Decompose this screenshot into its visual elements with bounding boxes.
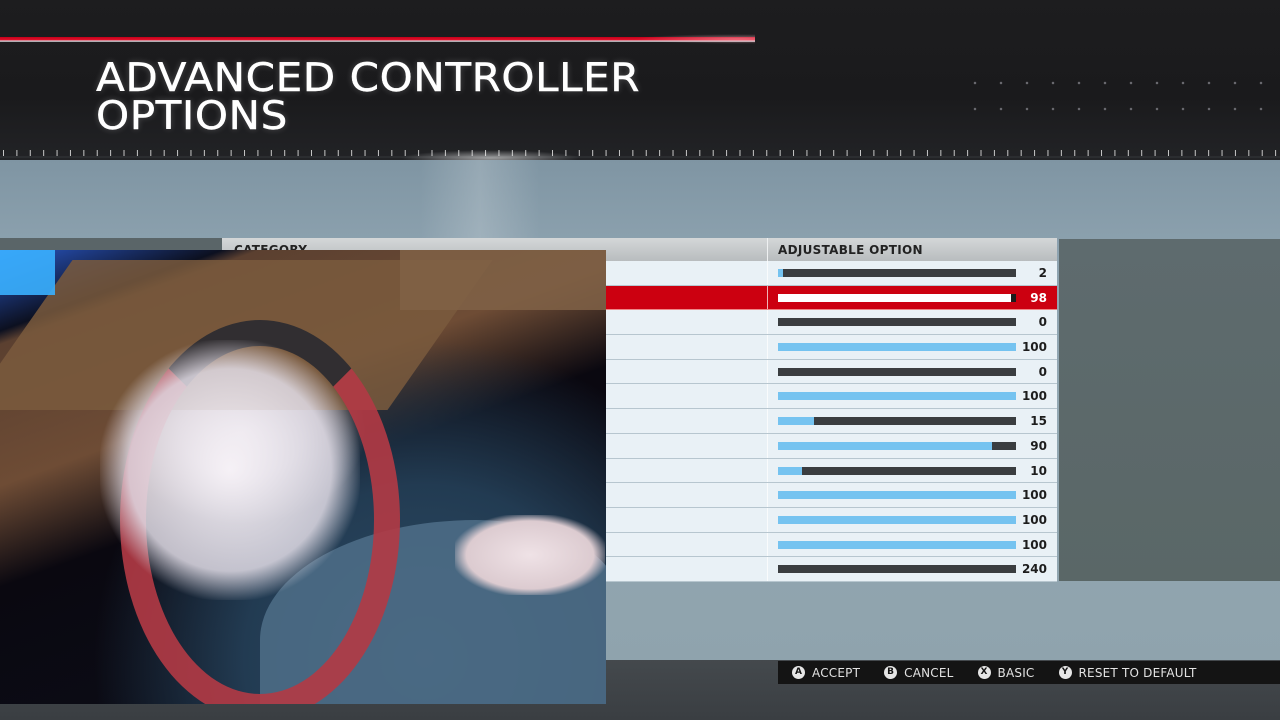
option-value: 98 xyxy=(1030,290,1047,305)
column-divider xyxy=(767,238,768,261)
column-divider xyxy=(767,409,768,433)
option-slider-fill xyxy=(778,392,1016,401)
column-divider xyxy=(767,483,768,507)
option-slider-fill xyxy=(778,441,993,450)
option-slider[interactable] xyxy=(778,343,1016,352)
column-divider xyxy=(767,285,768,310)
x-button-icon: X xyxy=(977,666,991,679)
option-slider[interactable] xyxy=(778,466,1016,475)
reset-to-default-button[interactable]: Y RESET TO DEFAULT xyxy=(1058,665,1197,680)
a-button-icon: A xyxy=(792,666,805,679)
option-slider[interactable] xyxy=(778,515,1016,524)
header: ADVANCED CONTROLLER OPTIONS xyxy=(0,0,1280,166)
column-divider xyxy=(767,532,768,557)
option-value: 15 xyxy=(1030,414,1047,429)
column-divider xyxy=(767,433,768,458)
webcam-overlay xyxy=(0,250,606,704)
option-slider-fill xyxy=(778,491,1016,500)
option-value: 100 xyxy=(1021,537,1047,552)
column-divider xyxy=(767,261,768,285)
decorative-dot-grid xyxy=(962,70,1280,130)
column-divider xyxy=(767,335,768,359)
accept-label: ACCEPT xyxy=(812,665,861,680)
option-slider-fill xyxy=(778,269,783,277)
option-slider[interactable] xyxy=(778,269,1016,277)
option-value: 2 xyxy=(1038,266,1047,280)
cancel-label: CANCEL xyxy=(904,665,954,680)
webcam-monitor xyxy=(0,250,55,295)
option-slider[interactable] xyxy=(778,392,1016,401)
column-divider xyxy=(767,557,768,581)
column-divider xyxy=(767,458,768,483)
option-slider-fill xyxy=(778,343,1016,352)
option-value: 0 xyxy=(1038,315,1047,330)
option-value: 100 xyxy=(1021,488,1047,503)
header-red-line xyxy=(0,34,755,44)
cancel-button[interactable]: B CANCEL xyxy=(884,666,953,680)
basic-label: BASIC xyxy=(997,665,1035,680)
option-value: 100 xyxy=(1021,340,1047,355)
option-value: 90 xyxy=(1030,438,1047,453)
option-slider[interactable] xyxy=(778,491,1016,500)
column-divider xyxy=(767,384,768,409)
accept-button[interactable]: A ACCEPT xyxy=(792,666,860,680)
button-prompt-bar: A ACCEPT B CANCEL X BASIC Y RESET TO DEF… xyxy=(778,661,1280,684)
option-value: 100 xyxy=(1021,512,1047,527)
option-slider[interactable] xyxy=(778,540,1016,549)
webcam-desk-right xyxy=(400,250,606,310)
decorative-sheen xyxy=(420,160,540,240)
option-slider-fill xyxy=(778,466,802,475)
b-button-icon: B xyxy=(884,666,898,679)
option-slider[interactable] xyxy=(778,367,1016,376)
option-slider-fill xyxy=(778,293,1012,302)
column-divider xyxy=(767,359,768,384)
option-value: 100 xyxy=(1021,389,1047,404)
page-title: ADVANCED CONTROLLER OPTIONS xyxy=(96,59,640,139)
option-slider-fill xyxy=(778,540,1016,549)
basic-button[interactable]: X BASIC xyxy=(977,665,1035,680)
option-slider-fill xyxy=(778,417,814,426)
info-panel xyxy=(1059,239,1280,581)
option-slider[interactable] xyxy=(778,293,1016,302)
option-value: 0 xyxy=(1038,364,1047,379)
option-slider[interactable] xyxy=(778,441,1016,450)
y-button-icon: Y xyxy=(1058,666,1072,679)
webcam-hand-right xyxy=(455,515,605,595)
decorative-tick-strip xyxy=(0,148,1280,158)
option-value: 10 xyxy=(1030,463,1047,478)
option-slider[interactable] xyxy=(778,318,1016,327)
column-divider xyxy=(767,507,768,532)
column-header-adjustable-option: ADJUSTABLE OPTION xyxy=(778,243,923,257)
webcam-hand xyxy=(100,340,360,600)
option-slider[interactable] xyxy=(778,417,1016,426)
option-slider-fill xyxy=(778,515,1016,524)
page-title-line2: OPTIONS xyxy=(96,94,288,139)
option-value: 240 xyxy=(1021,562,1047,577)
column-divider xyxy=(767,310,768,335)
option-slider[interactable] xyxy=(778,565,1016,574)
reset-to-default-label: RESET TO DEFAULT xyxy=(1078,665,1197,680)
